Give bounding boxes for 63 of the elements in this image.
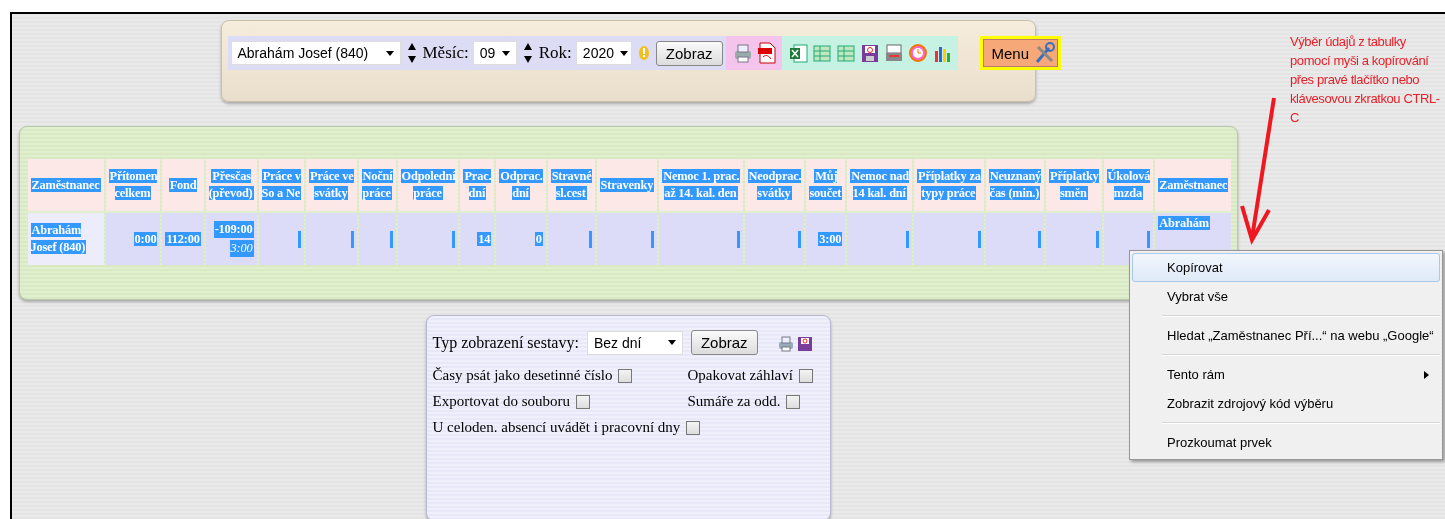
save-icon[interactable] <box>796 336 813 352</box>
menu-item[interactable]: Kopírovat <box>1132 253 1440 282</box>
column-header: Nemoc 1. prac. až 14. kal. den <box>659 159 743 211</box>
column-header: Zaměstnanec <box>27 159 104 211</box>
column-header: Zaměstnanec <box>1155 159 1232 211</box>
show-button[interactable]: Zobraz <box>655 40 723 66</box>
menu-item[interactable]: Zobrazit zdrojový kód výběru <box>1132 389 1440 418</box>
report-type-label: Typ zobrazení sestavy: <box>432 333 579 352</box>
annotation-text: Výběr údajů z tabulky pomocí myši a kopírování přes pravé tlačítko nebo klávesovou zkratkou CTRL-C <box>1290 33 1441 127</box>
spinner-arrows-icon[interactable] <box>522 42 533 64</box>
column-header: Stravenky <box>596 159 658 211</box>
table-cell: 14 <box>460 213 495 265</box>
option-label: Exportovat do souboru <box>432 393 570 410</box>
column-header: Můj součet <box>806 159 846 211</box>
show-button[interactable]: Zobraz <box>690 330 758 355</box>
column-header: Neodprac. svátky <box>744 159 805 211</box>
menu-item[interactable]: Tento rám <box>1132 360 1440 389</box>
report-type-select[interactable]: Bez dní <box>586 330 683 355</box>
column-header: Přesčas (převod) <box>205 159 257 211</box>
employee-select[interactable]: Abrahám Josef (840) <box>230 41 401 65</box>
column-header: Nemoc nad 14 kal. dní <box>847 159 913 211</box>
table-cell: 0 <box>496 213 546 265</box>
menu-button[interactable]: Menu <box>982 39 1059 67</box>
pdf-icon[interactable] <box>755 42 776 64</box>
save-icon[interactable] <box>859 43 880 63</box>
checkbox[interactable] <box>618 368 633 383</box>
tools-icon <box>1033 42 1056 64</box>
cash-register-icon[interactable] <box>883 43 904 63</box>
column-header: Fond <box>162 159 204 211</box>
table-cell: 3:00 <box>806 213 846 265</box>
column-header: Příplatky za typy práce <box>914 159 984 211</box>
checkbox[interactable] <box>576 394 590 409</box>
clock-icon[interactable] <box>907 43 928 63</box>
month-select[interactable]: 09 <box>472 41 517 65</box>
printer-icon[interactable] <box>777 336 794 352</box>
column-header: Práce v So a Ne <box>258 159 305 211</box>
year-select[interactable]: 2020 <box>575 41 632 65</box>
table-cell: 112:00 <box>162 213 204 265</box>
option-label: Sumáře za odd. <box>687 393 781 410</box>
option-label: Opakovat záhlaví <box>687 367 793 384</box>
month-label: Měsíc: <box>422 43 469 63</box>
column-header: Neuznaný čas (min.) <box>985 159 1045 211</box>
excel-icon[interactable] <box>787 43 808 63</box>
table-cell: -109:00 3:00 <box>205 213 257 265</box>
spinner-arrows-icon[interactable] <box>406 42 417 64</box>
year-label: Rok: <box>538 43 572 63</box>
option-label: U celoden. absencí uvádět i pracovní dny <box>432 419 681 436</box>
menu-item[interactable]: Prozkoumat prvek <box>1132 428 1440 457</box>
column-header: Noční práce <box>358 159 396 211</box>
column-header: Odprac. dní <box>496 159 546 211</box>
checkbox[interactable] <box>786 394 801 409</box>
option-label: Časy psát jako desetinné číslo <box>432 367 613 384</box>
column-header: Práce ve svátky <box>306 159 357 211</box>
menu-item[interactable]: Hledat „Zaměstnanec Pří...“ na webu „Google“ <box>1132 321 1440 350</box>
checkbox[interactable] <box>686 420 701 435</box>
column-header: Příplatky směn <box>1046 159 1102 211</box>
table-cell: 0:00 <box>105 213 161 265</box>
column-header: Úkolová mzda <box>1103 159 1154 211</box>
column-header: Stravné sl.cest <box>547 159 595 211</box>
table-cell: Abrahám Josef (840) <box>27 213 104 265</box>
menu-item[interactable]: Vybrat vše <box>1132 282 1440 311</box>
column-header: Prac. dní <box>460 159 495 211</box>
checkbox[interactable] <box>798 368 813 383</box>
